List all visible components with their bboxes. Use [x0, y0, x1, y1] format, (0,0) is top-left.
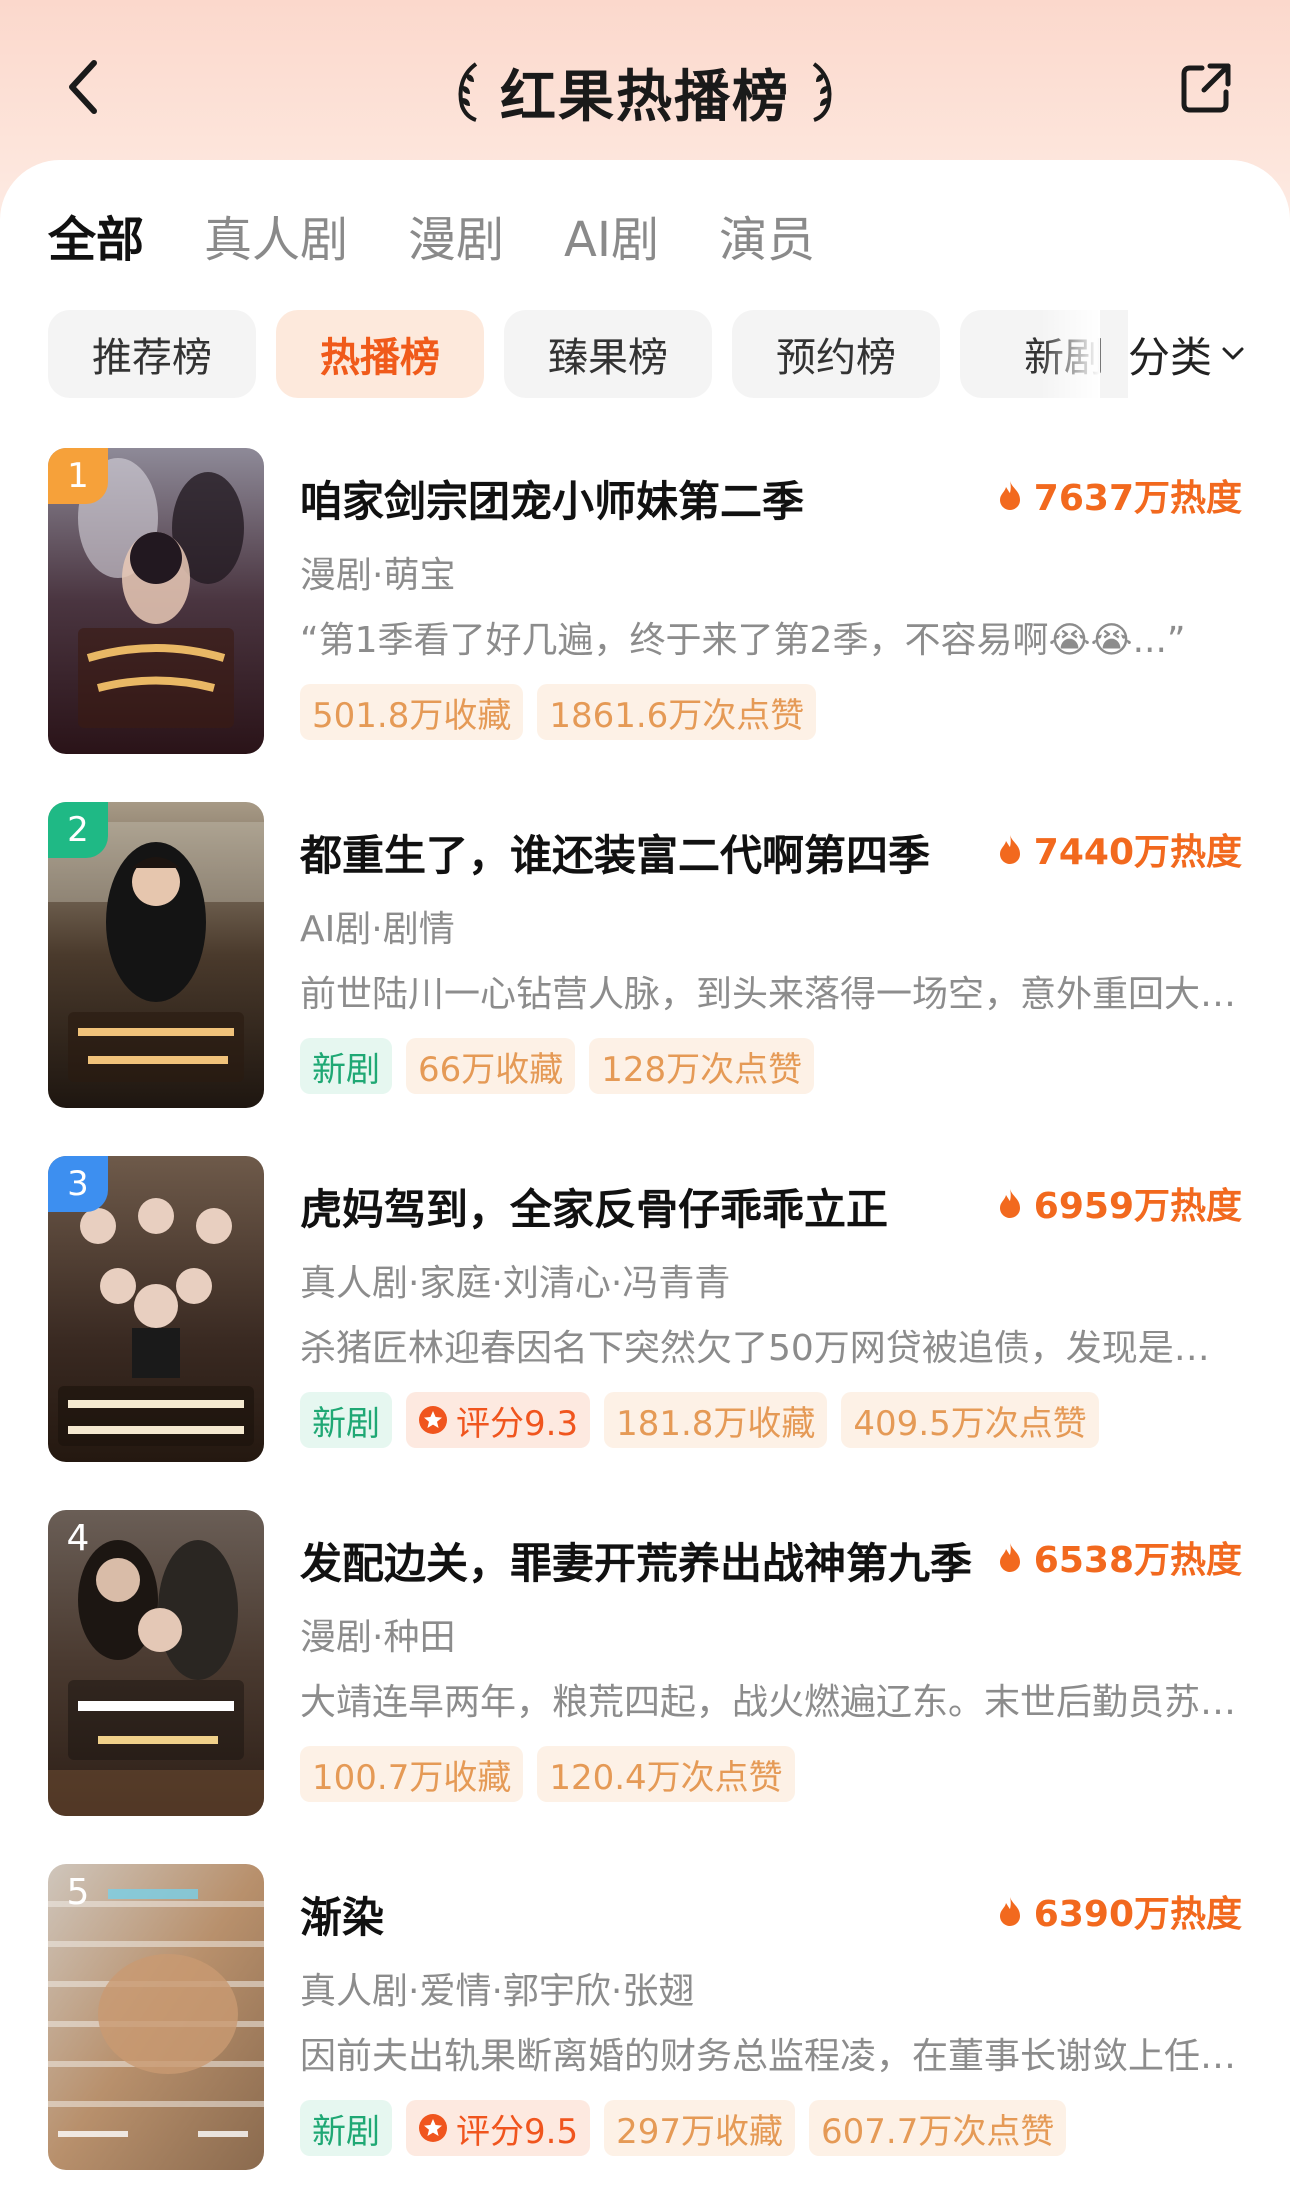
- list-item[interactable]: 5 渐染 6390万热度 真人剧·爱情·郭宇欣·张翅 因前夫出轨果断离婚的财务总…: [0, 1862, 1290, 2172]
- heat-value: 7440万热度: [1033, 832, 1242, 873]
- drama-desc: 前世陆川一心钻营人脉，到头来落得一场空，意外重回大…: [300, 974, 1237, 1015]
- heat-indicator: 6959万热度: [998, 1180, 1242, 1227]
- chevron-down-icon: [1222, 347, 1244, 360]
- header: 红果热播榜: [0, 0, 1290, 175]
- score-tag: 评分9.3: [406, 1392, 591, 1448]
- heat-indicator: 6538万热度: [998, 1534, 1242, 1581]
- page-title-group: 红果热播榜: [0, 52, 1290, 132]
- favorites-tag: 181.8万收藏: [604, 1392, 828, 1448]
- category-dropdown[interactable]: 分类: [1128, 310, 1268, 398]
- new-drama-tag: 新剧: [300, 1038, 392, 1094]
- tab-anime[interactable]: 漫剧: [408, 205, 504, 275]
- chip-reservation[interactable]: 预约榜: [732, 310, 940, 398]
- drama-title[interactable]: 虎妈驾到，全家反骨仔乖乖立正: [300, 1176, 1000, 1237]
- page-title: 红果热播榜: [500, 64, 790, 130]
- drama-title[interactable]: 都重生了，谁还装富二代啊第四季: [300, 822, 1000, 883]
- rank-badge: 3: [48, 1156, 108, 1212]
- tab-ai[interactable]: AI剧: [564, 205, 659, 275]
- likes-tag: 128万次点赞: [589, 1038, 815, 1094]
- drama-desc: “第1季看了好几遍，终于来了第2季，不容易啊😭😭...”: [300, 620, 1186, 661]
- tab-all[interactable]: 全部: [48, 205, 144, 275]
- list-item[interactable]: 4 发配边关，罪妻开荒养出战神第九季 6538万热度 漫剧·种田 大靖连旱两年，…: [0, 1508, 1290, 1818]
- star-badge-icon: [419, 1406, 447, 1434]
- drama-desc: 杀猪匠林迎春因名下突然欠了50万网贷被追债，发现是…: [300, 1328, 1210, 1369]
- likes-tag: 409.5万次点赞: [841, 1392, 1099, 1448]
- rank-badge: 1: [48, 448, 108, 504]
- share-button[interactable]: [1176, 58, 1236, 118]
- chip-recommended[interactable]: 推荐榜: [48, 310, 256, 398]
- fire-icon: [999, 835, 1020, 864]
- drama-meta: 真人剧·家庭·刘清心·冯青青: [300, 1263, 731, 1304]
- drama-title[interactable]: 咱家剑宗团宠小师妹第二季: [300, 468, 1000, 529]
- heat-value: 6390万热度: [1033, 1894, 1242, 1935]
- likes-tag: 1861.6万次点赞: [537, 684, 817, 740]
- category-tabs: 全部 真人剧 漫剧 AI剧 演员: [48, 205, 815, 275]
- fire-icon: [999, 1897, 1020, 1926]
- chip-hot[interactable]: 热播榜: [276, 310, 484, 398]
- favorites-tag: 297万收藏: [604, 2100, 795, 2156]
- heat-value: 6959万热度: [1033, 1186, 1242, 1227]
- score-tag: 评分9.5: [406, 2100, 591, 2156]
- list-item[interactable]: 1 咱家剑宗团宠小师妹第二季 7637万热度 漫剧·萌宝 “第1季看了好几遍，终…: [0, 446, 1290, 756]
- tab-actors[interactable]: 演员: [719, 205, 815, 275]
- list-item[interactable]: 2 都重生了，谁还装富二代啊第四季 7440万热度 AI剧·剧情 前世陆川一心钻…: [0, 800, 1290, 1110]
- fire-icon: [999, 1189, 1020, 1218]
- drama-meta: 漫剧·种田: [300, 1617, 456, 1658]
- favorites-tag: 501.8万收藏: [300, 684, 524, 740]
- chip-premium[interactable]: 臻果榜: [504, 310, 712, 398]
- chip-fade-overlay: [1040, 310, 1100, 398]
- fire-icon: [999, 1543, 1020, 1572]
- favorites-tag: 66万收藏: [406, 1038, 576, 1094]
- likes-tag: 120.4万次点赞: [537, 1746, 795, 1802]
- favorites-tag: 100.7万收藏: [300, 1746, 524, 1802]
- new-drama-tag: 新剧: [300, 1392, 392, 1448]
- drama-title[interactable]: 发配边关，罪妻开荒养出战神第九季: [300, 1530, 1000, 1591]
- tag-row: 新剧 评分9.3 181.8万收藏 409.5万次点赞: [300, 1392, 1099, 1448]
- tab-live-action[interactable]: 真人剧: [204, 205, 348, 275]
- drama-title[interactable]: 渐染: [300, 1884, 1000, 1945]
- laurel-left-icon: [458, 62, 478, 122]
- tag-row: 新剧 66万收藏 128万次点赞: [300, 1038, 815, 1094]
- share-icon: [1181, 63, 1231, 113]
- fire-icon: [999, 481, 1020, 510]
- drama-desc: 大靖连旱两年，粮荒四起，战火燃遍辽东。末世后勤员苏…: [300, 1682, 1237, 1723]
- tag-row: 新剧 评分9.5 297万收藏 607.7万次点赞: [300, 2100, 1067, 2156]
- drama-meta: 真人剧·爱情·郭宇欣·张翅: [300, 1971, 695, 2012]
- rank-badge: 2: [48, 802, 108, 858]
- heat-value: 6538万热度: [1033, 1540, 1242, 1581]
- drama-meta: AI剧·剧情: [300, 909, 455, 950]
- heat-indicator: 6390万热度: [998, 1888, 1242, 1935]
- drama-meta: 漫剧·萌宝: [300, 555, 456, 596]
- new-drama-tag: 新剧: [300, 2100, 392, 2156]
- heat-indicator: 7440万热度: [998, 826, 1242, 873]
- likes-tag: 607.7万次点赞: [808, 2100, 1067, 2156]
- tag-row: 501.8万收藏 1861.6万次点赞: [300, 684, 817, 740]
- category-label: 分类: [1128, 332, 1213, 382]
- drama-desc: 因前夫出轨果断离婚的财务总监程凌，在董事长谢敛上任…: [300, 2036, 1237, 2077]
- heat-indicator: 7637万热度: [998, 472, 1242, 519]
- list-item[interactable]: 3 虎妈驾到，全家反骨仔乖乖立正 6959万热度 真人剧·家庭·刘清心·冯青青 …: [0, 1154, 1290, 1464]
- ranking-chips: 推荐榜 热播榜 臻果榜 预约榜 新剧: [48, 310, 1148, 398]
- rank-badge: 4: [66, 1517, 90, 1559]
- laurel-right-icon: [812, 62, 832, 122]
- tag-row: 100.7万收藏 120.4万次点赞: [300, 1746, 795, 1802]
- star-badge-icon: [419, 2114, 447, 2142]
- heat-value: 7637万热度: [1033, 478, 1242, 519]
- rank-badge: 5: [66, 1871, 90, 1913]
